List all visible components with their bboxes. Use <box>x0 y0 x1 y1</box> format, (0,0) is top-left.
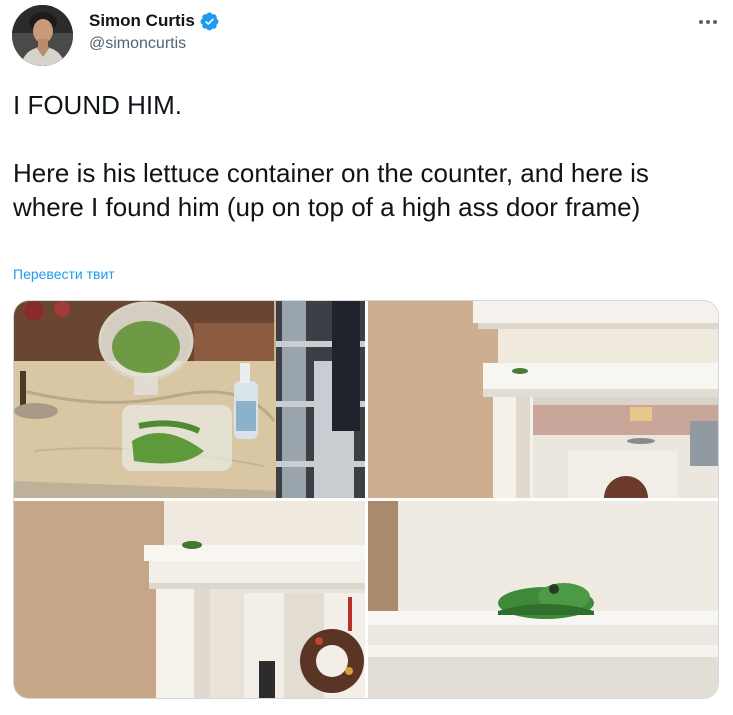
tweet-text: I FOUND HIM. Here is his lettuce contain… <box>13 90 649 222</box>
tweet-card: Simon Curtis @simoncurtis I FOUND HIM. H… <box>0 0 733 715</box>
avatar-photo <box>12 5 73 66</box>
more-options-button[interactable] <box>694 8 722 36</box>
author-handle[interactable]: @simoncurtis <box>89 35 220 53</box>
photo-door-frame-mid[interactable] <box>14 501 365 698</box>
verified-badge-icon <box>199 11 220 32</box>
media-grid <box>13 300 719 699</box>
avatar[interactable] <box>12 5 73 66</box>
photo-door-frame-wide[interactable] <box>368 301 718 498</box>
author-block: Simon Curtis @simoncurtis <box>89 10 220 53</box>
photo-frog-closeup[interactable] <box>368 501 718 698</box>
author-display-name[interactable]: Simon Curtis <box>89 11 195 31</box>
translate-tweet-link[interactable]: Перевести твит <box>13 266 115 282</box>
more-horizontal-icon <box>699 20 717 24</box>
photo-lettuce-container[interactable] <box>14 301 365 498</box>
author-name-row: Simon Curtis <box>89 10 220 32</box>
